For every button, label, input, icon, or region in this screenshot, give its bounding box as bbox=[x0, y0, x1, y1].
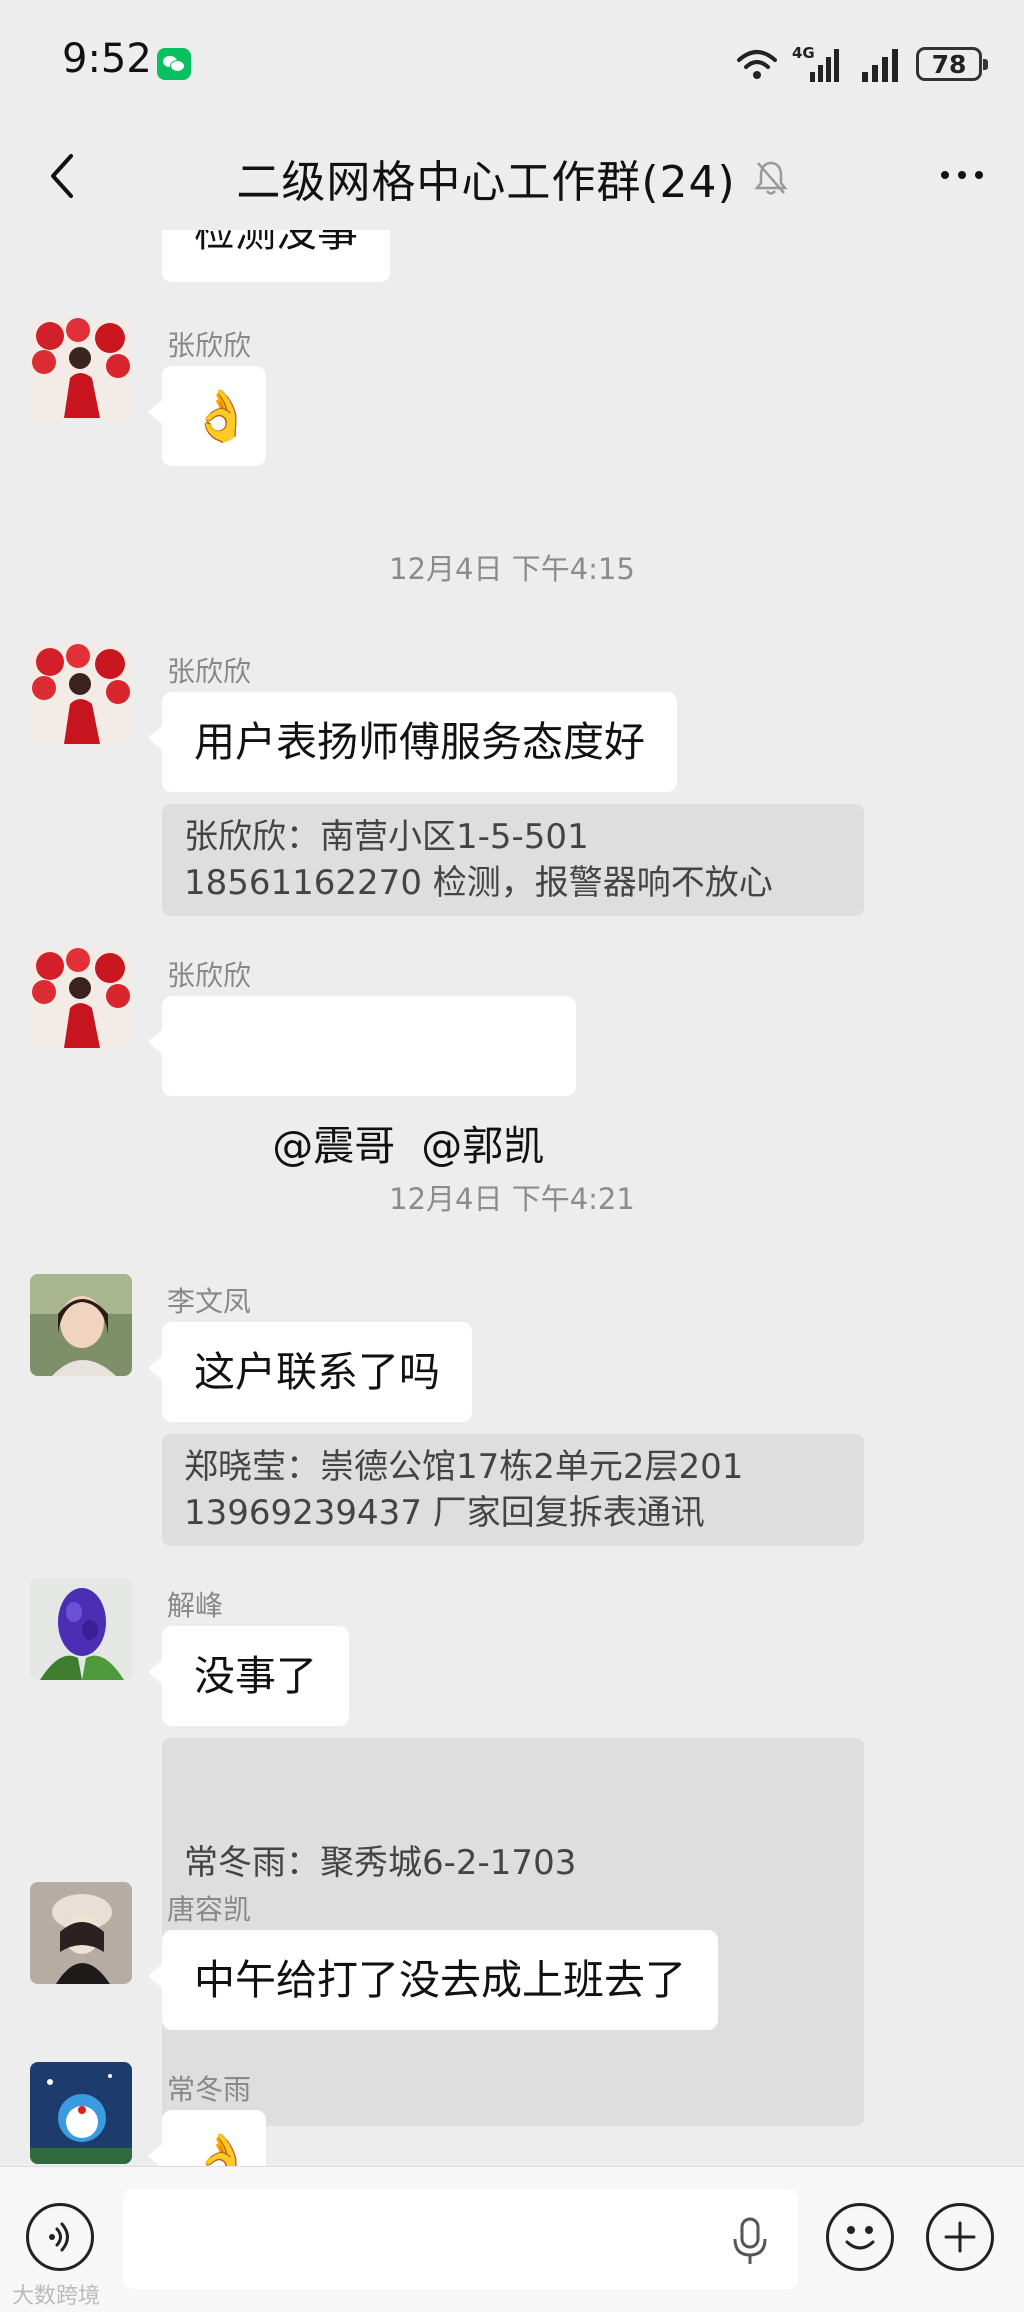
message-text: 用户表扬师傅服务态度好 bbox=[194, 718, 645, 766]
signal-bars-icon bbox=[862, 49, 898, 82]
avatar-image bbox=[30, 1578, 132, 1680]
quoted-message[interactable]: 张欣欣：南营小区1-5-501 18561162270 检测，报警器响不放心 bbox=[162, 804, 864, 916]
sender-name: 张欣欣 bbox=[167, 329, 252, 362]
chat-input-bar bbox=[0, 2166, 1024, 2312]
message-text: 这户联系了吗 bbox=[194, 1348, 440, 1396]
smiley-icon bbox=[845, 2226, 875, 2250]
avatar[interactable] bbox=[30, 318, 132, 420]
battery-level: 78 bbox=[931, 49, 967, 79]
quoted-line: 13969239437 厂家回复拆表通讯 bbox=[184, 1493, 705, 1533]
battery-icon: 78 bbox=[916, 47, 988, 81]
sender-name: 李文凤 bbox=[167, 1285, 252, 1318]
avatar[interactable] bbox=[30, 1882, 132, 1984]
status-time: 9:52 bbox=[62, 36, 152, 82]
wifi-icon bbox=[737, 50, 777, 79]
chat-message-list[interactable]: 检测没事 张欣欣 👌 12月4日 下午4:15 张欣欣 用户表扬师傅服务态度好 … bbox=[0, 230, 1024, 2166]
chat-header: 二级网格中心工作群(24) bbox=[0, 120, 1024, 230]
message-bubble[interactable]: 👌 bbox=[148, 2110, 266, 2166]
watermark: 大数跨境 bbox=[12, 2284, 101, 2309]
quoted-line: 郑晓莹：崇德公馆17栋2单元2层201 bbox=[184, 1447, 744, 1487]
status-indicators: 4G 78 bbox=[736, 42, 988, 86]
avatar-image bbox=[30, 2062, 132, 2164]
avatar-image bbox=[30, 948, 132, 1050]
more-options-button[interactable] bbox=[926, 150, 998, 200]
sender-name: 解峰 bbox=[167, 1589, 224, 1622]
message-timestamp: 12月4日 下午4:21 bbox=[389, 1182, 635, 1216]
more-dot bbox=[941, 171, 949, 179]
sender-name: 张欣欣 bbox=[167, 655, 252, 688]
voice-wave-icon bbox=[49, 2222, 69, 2252]
avatar-image bbox=[30, 644, 132, 746]
avatar-image bbox=[30, 1274, 132, 1376]
message-text: 中午给打了没去成上班去了 bbox=[194, 1956, 686, 2004]
avatar[interactable] bbox=[30, 644, 132, 746]
ok-hand-emoji-icon: 👌 bbox=[190, 387, 253, 445]
voice-input-button[interactable] bbox=[26, 2203, 94, 2271]
message-text: 检测没事 bbox=[194, 230, 358, 256]
signal-4g-icon: 4G bbox=[792, 44, 846, 84]
avatar[interactable] bbox=[30, 2062, 132, 2164]
chat-title-area: 二级网格中心工作群(24) bbox=[0, 146, 1024, 210]
avatar[interactable] bbox=[30, 1274, 132, 1376]
message-bubble[interactable]: 这户联系了吗 bbox=[148, 1322, 472, 1422]
sender-name: 常冬雨 bbox=[167, 2073, 252, 2106]
chat-title: 二级网格中心工作群(24) bbox=[236, 157, 736, 208]
message-timestamp: 12月4日 下午4:15 bbox=[389, 552, 635, 586]
message-text: 没事了 bbox=[194, 1652, 317, 1700]
plus-icon bbox=[944, 2221, 976, 2253]
message-bubble[interactable]: 用户表扬师傅服务态度好 bbox=[148, 692, 677, 792]
quoted-line: 张欣欣：南营小区1-5-501 bbox=[184, 817, 589, 857]
microphone-icon[interactable] bbox=[730, 2217, 770, 2267]
message-text: @震哥 @郭凯 bbox=[272, 1122, 545, 1170]
status-bar: 9:52 4G 78 bbox=[0, 0, 1024, 120]
message-bubble[interactable]: @震哥 @郭凯 bbox=[147, 996, 577, 1170]
message-input[interactable] bbox=[123, 2189, 798, 2289]
sender-name: 张欣欣 bbox=[167, 959, 252, 992]
quoted-line: 常冬雨：聚秀城6-2-1703 bbox=[184, 1843, 577, 1883]
more-functions-button[interactable] bbox=[926, 2203, 994, 2271]
quoted-message[interactable]: 郑晓莹：崇德公馆17栋2单元2层201 13969239437 厂家回复拆表通讯 bbox=[162, 1434, 864, 1546]
more-dot bbox=[958, 171, 966, 179]
avatar[interactable] bbox=[30, 948, 132, 1050]
more-dot bbox=[975, 171, 983, 179]
quoted-line: 18561162270 检测，报警器响不放心 bbox=[184, 863, 773, 903]
ok-hand-emoji-icon: 👌 bbox=[190, 2131, 253, 2166]
wechat-notification-icon bbox=[157, 48, 191, 80]
sender-name: 唐容凯 bbox=[167, 1893, 252, 1926]
avatar-image bbox=[30, 1882, 132, 1984]
message-bubble[interactable]: 👌 bbox=[148, 366, 266, 466]
message-bubble[interactable]: 没事了 bbox=[148, 1626, 349, 1726]
emoji-button[interactable] bbox=[826, 2203, 894, 2271]
message-bubble[interactable]: 中午给打了没去成上班去了 bbox=[148, 1930, 718, 2030]
mute-bell-icon bbox=[754, 161, 788, 195]
message-bubble[interactable]: 检测没事 bbox=[162, 230, 390, 282]
avatar-image bbox=[30, 318, 132, 420]
avatar[interactable] bbox=[30, 1578, 132, 1680]
